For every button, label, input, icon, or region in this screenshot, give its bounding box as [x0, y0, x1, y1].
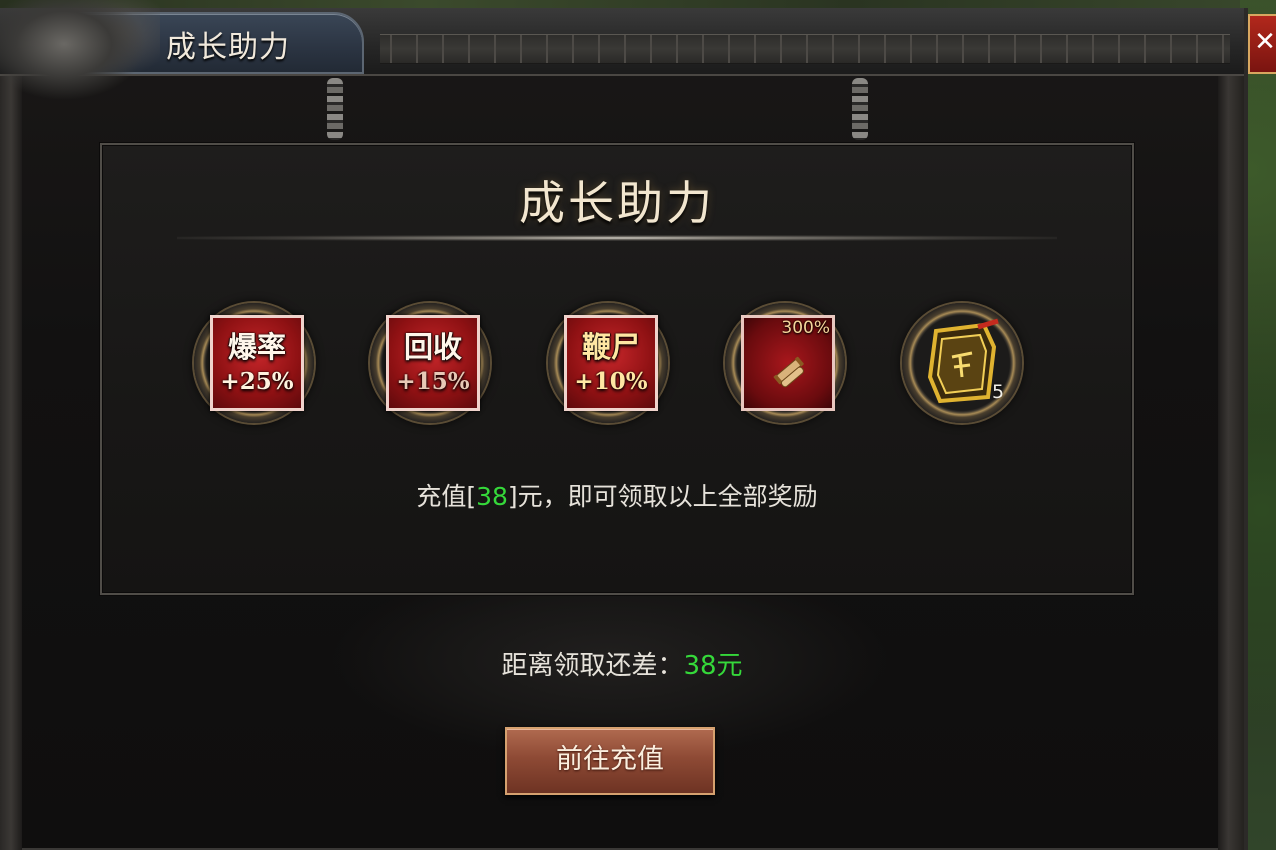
- reward-name: 回收: [403, 330, 462, 364]
- window-frame-right: [1218, 70, 1244, 850]
- info-amount: 38: [476, 482, 508, 511]
- dragon-emblem-icon: [0, 0, 160, 110]
- close-button[interactable]: ✕: [1248, 14, 1276, 74]
- recharge-info: 充值[38]元，即可领取以上全部奖励: [102, 477, 1132, 513]
- reward-value: +10%: [574, 368, 648, 395]
- reward-panel: 成长助力 爆率 +25% 回收 +15% 鞭尸 +10% 300% 5 充值[3…: [100, 143, 1134, 595]
- info-prefix: 充值[: [416, 482, 477, 511]
- close-icon: ✕: [1254, 27, 1276, 57]
- info-suffix: ]元，即可领取以上全部奖励: [507, 482, 818, 511]
- chain-right-icon: [852, 78, 868, 140]
- remaining-label: 距离领取还差：: [501, 651, 684, 681]
- reward-name: 爆率: [227, 330, 286, 364]
- reward-name: 鞭尸: [581, 330, 640, 364]
- title-ornament: [380, 34, 1230, 64]
- drop-rate-buff-icon: 爆率 +25%: [210, 315, 304, 411]
- scroll-tile: 300%: [741, 315, 835, 411]
- remaining-amount: 距离领取还差：38元: [0, 645, 1244, 682]
- window-title: 成长助力: [166, 30, 290, 65]
- golden-token-icon: [927, 318, 999, 404]
- panel-title: 成长助力: [519, 176, 715, 230]
- item-count: 5: [992, 381, 1005, 403]
- reward-drop-rate[interactable]: 爆率 +25%: [194, 303, 322, 431]
- reward-scroll[interactable]: 300%: [725, 303, 853, 431]
- remaining-value: 38元: [683, 651, 743, 681]
- scroll-badge: 300%: [781, 318, 830, 338]
- corpse-whip-buff-icon: 鞭尸 +10%: [564, 315, 658, 411]
- recycle-buff-icon: 回收 +15%: [386, 315, 480, 411]
- reward-corpse-whip[interactable]: 鞭尸 +10%: [548, 303, 676, 431]
- reward-value: +15%: [396, 368, 470, 395]
- scroll-icon: [773, 356, 804, 388]
- reward-value: +25%: [220, 368, 294, 395]
- reward-recycle[interactable]: 回收 +15%: [370, 303, 498, 431]
- title-divider: [177, 235, 1057, 241]
- chain-left-icon: [327, 78, 343, 140]
- window-frame-left: [0, 8, 22, 850]
- recharge-button[interactable]: 前往充值: [505, 727, 715, 795]
- reward-golden-token[interactable]: 5: [902, 303, 1030, 431]
